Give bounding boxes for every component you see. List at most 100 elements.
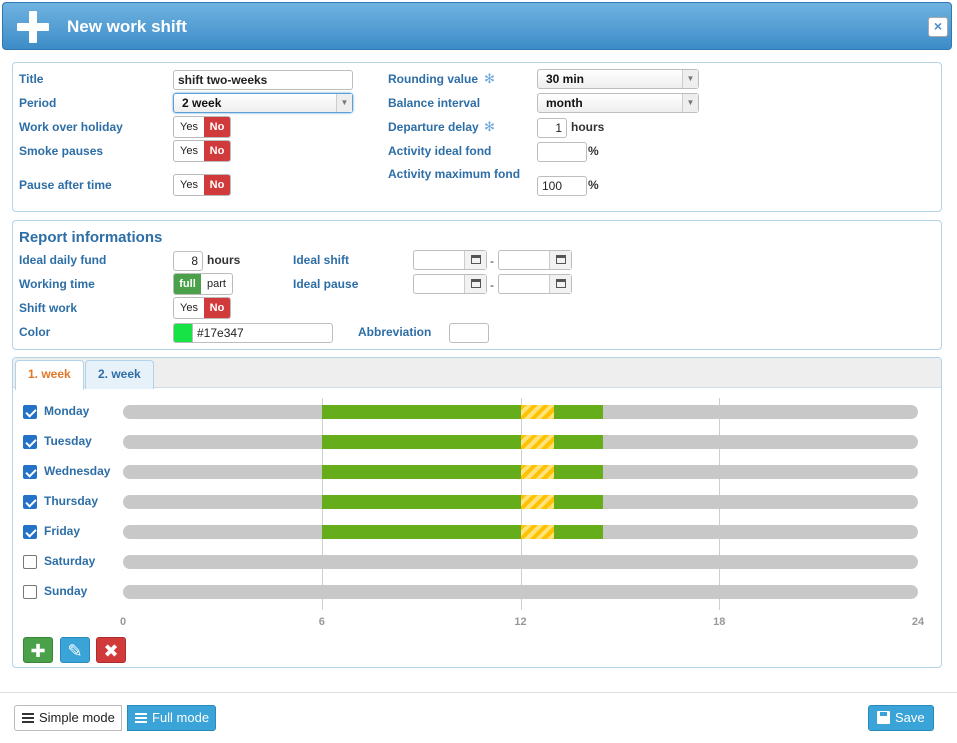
departure-unit: hours <box>571 120 605 134</box>
pause-after-time-toggle[interactable]: Yes No <box>173 174 231 196</box>
calendar-icon[interactable] <box>556 279 566 288</box>
tab-week-2[interactable]: 2. week <box>85 360 154 389</box>
pause-segment[interactable] <box>520 465 554 479</box>
day-label: Saturday <box>44 554 96 568</box>
toggle-yes[interactable]: Yes <box>174 175 204 195</box>
day-track[interactable] <box>123 465 918 479</box>
day-track[interactable] <box>123 405 918 419</box>
day-track[interactable] <box>123 435 918 449</box>
ideal-fond-label: Activity ideal fond <box>388 144 492 158</box>
toggle-no[interactable]: No <box>204 141 230 161</box>
calendar-icon[interactable] <box>471 255 481 264</box>
shift-work-toggle[interactable]: Yes No <box>173 297 231 319</box>
pause-segment[interactable] <box>520 435 554 449</box>
work-segment[interactable] <box>553 405 604 419</box>
abbreviation-input[interactable] <box>449 323 489 343</box>
day-checkbox[interactable] <box>23 435 37 449</box>
gear-icon: ✻ <box>484 71 495 86</box>
work-segment[interactable] <box>553 525 604 539</box>
calendar-icon[interactable] <box>471 279 481 288</box>
plus-icon: ✚ <box>30 641 46 661</box>
save-button[interactable]: Save <box>868 705 934 731</box>
ideal-fond-unit: % <box>588 144 599 158</box>
toggle-yes[interactable]: Yes <box>174 298 204 318</box>
full-mode-button[interactable]: Full mode <box>127 705 217 731</box>
working-time-label: Working time <box>19 277 95 291</box>
day-checkbox[interactable] <box>23 495 37 509</box>
day-label: Friday <box>44 524 81 538</box>
simple-mode-button[interactable]: Simple mode <box>14 705 122 731</box>
calendar-icon[interactable] <box>556 255 566 264</box>
work-segment[interactable] <box>321 465 521 479</box>
work-segment[interactable] <box>321 435 521 449</box>
work-over-holiday-toggle[interactable]: Yes No <box>173 116 231 138</box>
ideal-pause-to[interactable] <box>498 274 572 294</box>
toggle-yes[interactable]: Yes <box>174 117 204 137</box>
toggle-yes[interactable]: Yes <box>174 141 204 161</box>
pause-segment[interactable] <box>520 405 554 419</box>
delete-segment-button[interactable]: ✖ <box>96 637 126 663</box>
day-checkbox[interactable] <box>23 525 37 539</box>
save-label: Save <box>895 710 925 725</box>
day-label: Monday <box>44 404 90 418</box>
day-track[interactable] <box>123 495 918 509</box>
chevron-down-icon: ▼ <box>336 94 352 112</box>
day-checkbox[interactable] <box>23 405 37 419</box>
day-checkbox[interactable] <box>23 555 37 569</box>
day-track[interactable] <box>123 585 918 599</box>
balance-select[interactable]: month ▼ <box>537 93 699 113</box>
day-checkbox[interactable] <box>23 465 37 479</box>
toggle-full[interactable]: full <box>174 274 201 294</box>
toggle-no[interactable]: No <box>204 117 230 137</box>
rounding-select[interactable]: 30 min ▼ <box>537 69 699 89</box>
work-segment[interactable] <box>553 465 604 479</box>
add-segment-button[interactable]: ✚ <box>23 637 53 663</box>
pause-after-time-label: Pause after time <box>19 178 112 192</box>
ideal-daily-fund-label: Ideal daily fund <box>19 253 107 267</box>
color-swatch[interactable] <box>173 323 193 343</box>
work-segment[interactable] <box>321 525 521 539</box>
pencil-icon: ✎ <box>67 641 83 661</box>
work-segment[interactable] <box>321 495 521 509</box>
toggle-part[interactable]: part <box>201 274 232 294</box>
pause-segment[interactable] <box>520 495 554 509</box>
departure-input[interactable]: 1 <box>537 118 567 138</box>
range-separator: - <box>490 254 494 268</box>
balance-label: Balance interval <box>388 96 481 110</box>
toggle-no[interactable]: No <box>204 298 230 318</box>
day-track[interactable] <box>123 525 918 539</box>
ideal-fond-input[interactable] <box>537 142 587 162</box>
ideal-shift-to[interactable] <box>498 250 572 270</box>
balance-value: month <box>546 96 583 110</box>
tab-week-1[interactable]: 1. week <box>15 360 84 390</box>
ideal-pause-from[interactable] <box>413 274 487 294</box>
list-icon <box>135 713 147 723</box>
axis-tick-label: 0 <box>119 616 127 628</box>
range-separator: - <box>490 278 494 292</box>
abbreviation-label: Abbreviation <box>358 325 432 339</box>
max-fond-input[interactable]: 100 <box>537 176 587 196</box>
work-segment[interactable] <box>553 435 604 449</box>
ideal-daily-fund-input[interactable]: 8 <box>173 251 203 271</box>
schedule-panel <box>12 357 942 668</box>
color-input[interactable]: #17e347 <box>192 323 333 343</box>
day-label: Thursday <box>44 494 99 508</box>
work-segment[interactable] <box>321 405 521 419</box>
ideal-shift-from[interactable] <box>413 250 487 270</box>
max-fond-label: Activity maximum fond <box>388 167 521 181</box>
toggle-no[interactable]: No <box>204 175 230 195</box>
work-segment[interactable] <box>553 495 604 509</box>
edit-segment-button[interactable]: ✎ <box>60 637 90 663</box>
title-input[interactable]: shift two-weeks <box>173 70 353 90</box>
axis-tick-label: 18 <box>713 616 726 628</box>
dialog-title: New work shift <box>67 17 187 36</box>
axis-tick-label: 24 <box>911 616 925 628</box>
period-select[interactable]: 2 week ▼ <box>173 93 353 113</box>
day-track[interactable] <box>123 555 918 569</box>
day-checkbox[interactable] <box>23 585 37 599</box>
smoke-pauses-toggle[interactable]: Yes No <box>173 140 231 162</box>
pause-segment[interactable] <box>520 525 554 539</box>
full-mode-label: Full mode <box>152 710 210 725</box>
working-time-toggle[interactable]: full part <box>173 273 233 295</box>
close-button[interactable]: × <box>928 17 948 37</box>
